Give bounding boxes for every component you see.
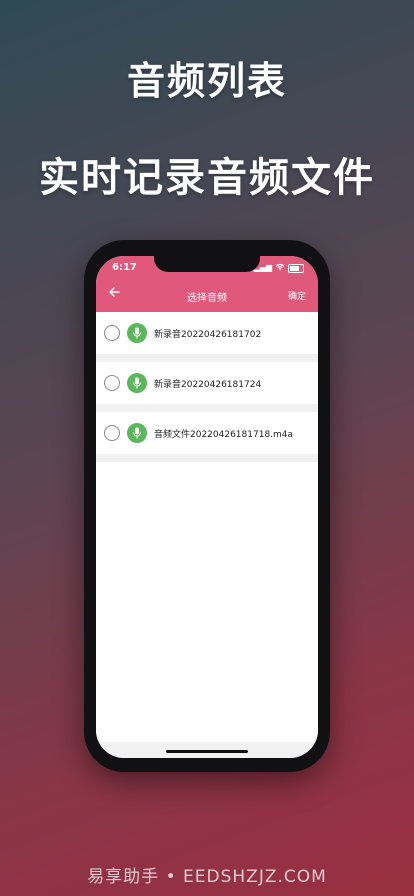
audio-file-name: 新录音20220426181724: [154, 379, 262, 390]
home-indicator[interactable]: [166, 750, 248, 753]
nav-title: 选择音频: [187, 293, 227, 304]
select-radio[interactable]: [104, 375, 120, 391]
microphone-icon: [127, 323, 147, 343]
microphone-icon: [127, 373, 147, 393]
confirm-button[interactable]: 确定: [288, 289, 306, 302]
wifi-icon: [275, 263, 285, 273]
audio-list: 新录音20220426181702 新录音20220426181724 音频文件…: [96, 312, 318, 742]
audio-list-item[interactable]: 新录音20220426181724: [96, 362, 318, 412]
select-radio[interactable]: [104, 325, 120, 341]
audio-file-name: 新录音20220426181702: [154, 329, 262, 340]
battery-icon: [288, 263, 304, 273]
phone-screen: 6:17 ▂▄▆ 选择音频 确定 新录音20220426181702 新录音20…: [96, 256, 318, 758]
phone-notch: [154, 256, 260, 272]
nav-bar: 选择音频 确定: [96, 280, 318, 312]
status-icons: ▂▄▆: [254, 263, 304, 273]
audio-list-item[interactable]: 音频文件20220426181718.m4a: [96, 412, 318, 462]
select-radio[interactable]: [104, 425, 120, 441]
headline-title: 音频列表: [126, 58, 287, 103]
audio-list-item[interactable]: 新录音20220426181702: [96, 312, 318, 362]
status-time: 6:17: [112, 262, 137, 273]
microphone-icon: [127, 423, 147, 443]
watermark: 易享助手 • EEDSHZJZ.COM: [87, 867, 327, 887]
audio-file-name: 音频文件20220426181718.m4a: [154, 429, 294, 440]
phone-frame: 6:17 ▂▄▆ 选择音频 确定 新录音20220426181702 新录音20…: [84, 240, 330, 772]
headline-subtitle: 实时记录音频文件: [39, 154, 375, 201]
